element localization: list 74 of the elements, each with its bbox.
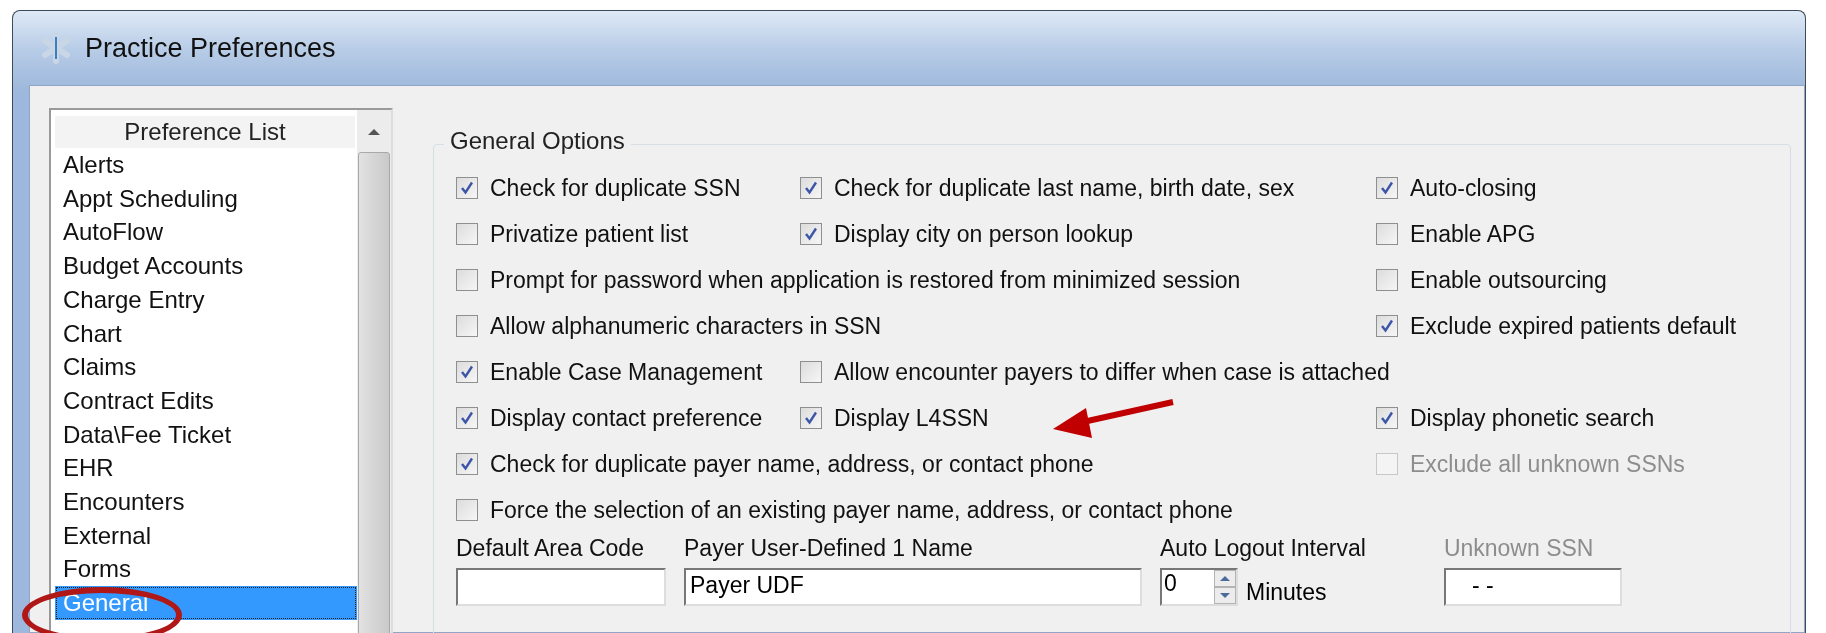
spin-up-button[interactable] bbox=[1214, 570, 1236, 587]
list-item[interactable]: Forms bbox=[55, 552, 357, 587]
list-header: Preference List bbox=[55, 116, 355, 148]
list-item[interactable]: Data\Fee Ticket bbox=[55, 417, 357, 452]
list-item[interactable]: Encounters bbox=[55, 485, 357, 519]
checkbox-label: Display city on person lookup bbox=[834, 220, 1134, 248]
list-item[interactable]: Budget Accounts bbox=[55, 249, 357, 283]
checkbox-label: Allow encounter payers to differ when case is attached bbox=[834, 358, 1390, 386]
checkbox-label: Display phonetic search bbox=[1410, 404, 1655, 432]
list-item[interactable]: External bbox=[55, 518, 357, 553]
list-item[interactable]: Contract Edits bbox=[55, 383, 357, 418]
checkbox-label: Display L4SSN bbox=[834, 404, 989, 432]
checkbox-label: Prompt for password when application is restored from minimized session bbox=[490, 266, 1241, 294]
list-item[interactable]: Claims bbox=[55, 350, 357, 384]
checkbox-label: Enable outsourcing bbox=[1410, 266, 1607, 294]
field-label: Default Area Code bbox=[456, 535, 645, 562]
window-title: Practice Preferences bbox=[85, 32, 336, 64]
text-field[interactable]: Payer UDF bbox=[684, 568, 1142, 606]
checkbox[interactable] bbox=[1376, 407, 1398, 429]
spin-down-button[interactable] bbox=[1214, 587, 1236, 604]
checkbox[interactable] bbox=[800, 407, 822, 429]
checkmark-icon bbox=[1379, 318, 1395, 334]
checkbox[interactable] bbox=[456, 499, 478, 521]
checkbox-label: Enable APG bbox=[1410, 220, 1536, 248]
checkmark-icon bbox=[803, 226, 819, 242]
list-item[interactable]: Appt Scheduling bbox=[55, 181, 357, 216]
field-label: Payer User-Defined 1 Name bbox=[684, 535, 974, 562]
checkbox-label: Check for duplicate payer name, address, or contact phone bbox=[490, 450, 1094, 478]
checkbox-label: Exclude expired patients default bbox=[1410, 312, 1737, 340]
checkbox[interactable] bbox=[800, 223, 822, 245]
scroll-up-icon[interactable] bbox=[367, 128, 381, 136]
field-label: Auto Logout Interval bbox=[1160, 535, 1366, 562]
checkbox[interactable] bbox=[456, 407, 478, 429]
checkbox-label: Privatize patient list bbox=[490, 220, 689, 248]
checkbox-label: Check for duplicate SSN bbox=[490, 174, 741, 202]
list-item[interactable]: Alerts bbox=[55, 148, 357, 182]
checkbox[interactable] bbox=[1376, 177, 1398, 199]
checkbox-label: Force the selection of an existing payer name, address, or contact phone bbox=[490, 496, 1233, 524]
down-triangle-icon[interactable] bbox=[1219, 592, 1231, 599]
text-field[interactable] bbox=[456, 568, 666, 606]
snowflake-icon bbox=[39, 31, 73, 65]
checkbox-label: Auto-closing bbox=[1410, 174, 1537, 202]
checkmark-icon bbox=[459, 180, 475, 196]
checkbox[interactable] bbox=[1376, 269, 1398, 291]
checkbox-label: Check for duplicate last name, birth date, sex bbox=[834, 174, 1295, 202]
checkbox[interactable] bbox=[456, 453, 478, 475]
checkbox[interactable] bbox=[456, 315, 478, 337]
checkmark-icon bbox=[803, 410, 819, 426]
checkbox[interactable] bbox=[800, 361, 822, 383]
list-item[interactable]: AutoFlow bbox=[55, 215, 357, 250]
spinner-field[interactable]: 0 bbox=[1160, 568, 1238, 606]
checkbox[interactable] bbox=[456, 177, 478, 199]
unit-label: Minutes bbox=[1246, 579, 1327, 606]
checkbox[interactable] bbox=[456, 269, 478, 291]
list-item[interactable]: Charge Entry bbox=[55, 282, 357, 317]
checkmark-icon bbox=[803, 180, 819, 196]
checkbox-label: Enable Case Management bbox=[490, 358, 763, 386]
checkmark-icon bbox=[1379, 410, 1395, 426]
checkbox[interactable] bbox=[1376, 315, 1398, 337]
checkbox-label: Exclude all unknown SSNs bbox=[1410, 450, 1685, 478]
checkbox[interactable] bbox=[1376, 223, 1398, 245]
checkbox[interactable] bbox=[456, 223, 478, 245]
checkbox[interactable] bbox=[456, 361, 478, 383]
field-label: Unknown SSN bbox=[1443, 535, 1595, 562]
list-item[interactable]: EHR bbox=[55, 451, 357, 486]
checkmark-icon bbox=[459, 456, 475, 472]
checkmark-icon bbox=[459, 410, 475, 426]
up-triangle-icon[interactable] bbox=[1219, 575, 1231, 582]
checkmark-icon bbox=[1379, 180, 1395, 196]
checkbox[interactable] bbox=[800, 177, 822, 199]
checkbox-label: Display contact preference bbox=[490, 404, 763, 432]
checkmark-icon bbox=[459, 364, 475, 380]
checkbox-label: Allow alphanumeric characters in SSN bbox=[490, 312, 882, 340]
list-item[interactable]: Chart bbox=[55, 316, 357, 351]
